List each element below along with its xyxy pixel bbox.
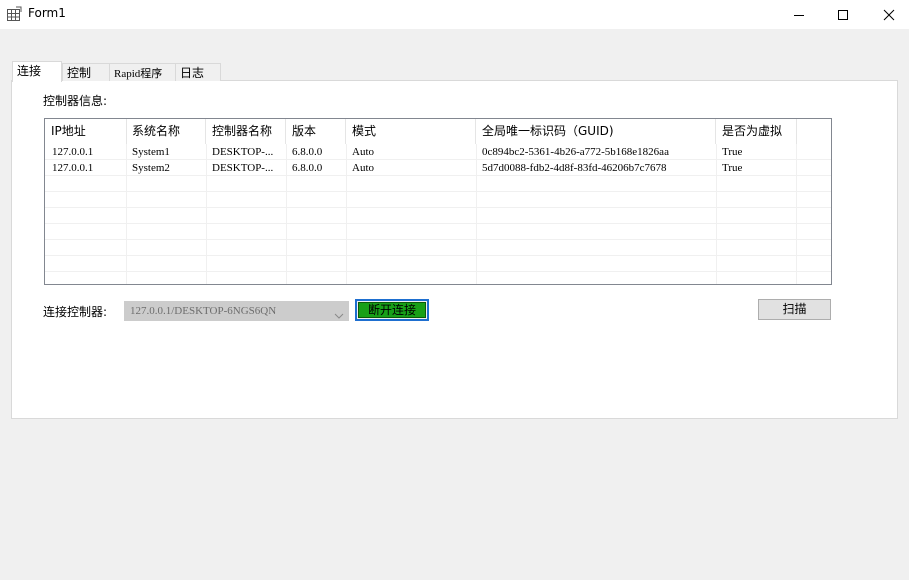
column-header-ip[interactable]: IP地址 <box>45 119 127 144</box>
grid-line <box>45 191 831 192</box>
tab-log[interactable]: 日志 <box>175 63 221 81</box>
grid-line <box>45 223 831 224</box>
column-header-version[interactable]: 版本 <box>286 119 346 144</box>
close-button[interactable] <box>866 0 909 29</box>
maximize-button[interactable] <box>820 0 866 29</box>
column-header-mode[interactable]: 模式 <box>346 119 476 144</box>
grid-line <box>45 239 831 240</box>
window-title: Form1 <box>28 6 66 20</box>
controller-info-label: 控制器信息: <box>43 94 108 108</box>
disconnect-button-label: 断开连接 <box>358 302 426 318</box>
cell-guid: 0c894bc2-5361-4b26-a772-5b168e1826aa <box>482 146 669 158</box>
column-header-controller-name[interactable]: 控制器名称 <box>206 119 286 144</box>
grid-line <box>45 207 831 208</box>
cell-controller-name: DESKTOP-... <box>212 146 274 158</box>
cell-version: 6.8.0.0 <box>292 162 323 174</box>
tab-connect[interactable]: 连接 <box>12 61 62 82</box>
tab-rapid-program[interactable]: Rapid程序 <box>109 63 176 81</box>
table-row[interactable]: 127.0.0.1 System2 DESKTOP-... 6.8.0.0 Au… <box>45 160 831 176</box>
connect-controller-label: 连接控制器: <box>43 305 108 319</box>
title-bar: Form1 <box>0 0 909 29</box>
cell-is-virtual: True <box>722 146 743 158</box>
cell-is-virtual: True <box>722 162 743 174</box>
grid-line <box>45 271 831 272</box>
cell-system-name: System1 <box>132 146 170 158</box>
minimize-icon <box>793 9 805 21</box>
minimize-button[interactable] <box>776 0 822 29</box>
tab-control-label: 控制 <box>67 66 92 80</box>
cell-mode: Auto <box>352 146 374 158</box>
cell-system-name: System2 <box>132 162 170 174</box>
maximize-icon <box>837 9 849 21</box>
scan-button[interactable]: 扫描 <box>758 299 831 320</box>
controller-list[interactable]: IP地址 系统名称 控制器名称 版本 模式 全局唯一标识码（GUID) 是否为虚… <box>44 118 832 285</box>
disconnect-button[interactable]: 断开连接 <box>355 299 429 321</box>
cell-ip: 127.0.0.1 <box>52 162 94 174</box>
tab-connect-label: 连接 <box>17 64 42 78</box>
cell-mode: Auto <box>352 162 374 174</box>
grid-line <box>45 255 831 256</box>
close-icon <box>883 9 895 21</box>
column-header-is-virtual[interactable]: 是否为虚拟 <box>716 119 797 144</box>
controller-select[interactable]: 127.0.0.1/DESKTOP-6NGS6QN <box>124 301 349 321</box>
table-row[interactable]: 127.0.0.1 System1 DESKTOP-... 6.8.0.0 Au… <box>45 144 831 160</box>
tab-rapid-label: Rapid程序 <box>114 68 163 80</box>
tab-log-label: 日志 <box>180 66 205 80</box>
controller-select-value: 127.0.0.1/DESKTOP-6NGS6QN <box>130 305 277 317</box>
cell-guid: 5d7d0088-fdb2-4d8f-83fd-46206b7c7678 <box>482 162 667 174</box>
cell-version: 6.8.0.0 <box>292 146 323 158</box>
column-header-system-name[interactable]: 系统名称 <box>126 119 206 144</box>
chevron-down-icon <box>334 308 344 322</box>
list-header: IP地址 系统名称 控制器名称 版本 模式 全局唯一标识码（GUID) 是否为虚… <box>45 119 831 144</box>
grid-form-icon <box>6 6 22 22</box>
cell-ip: 127.0.0.1 <box>52 146 94 158</box>
column-header-guid[interactable]: 全局唯一标识码（GUID) <box>476 119 716 144</box>
tab-control[interactable]: 控制 <box>62 63 110 81</box>
cell-controller-name: DESKTOP-... <box>212 162 274 174</box>
